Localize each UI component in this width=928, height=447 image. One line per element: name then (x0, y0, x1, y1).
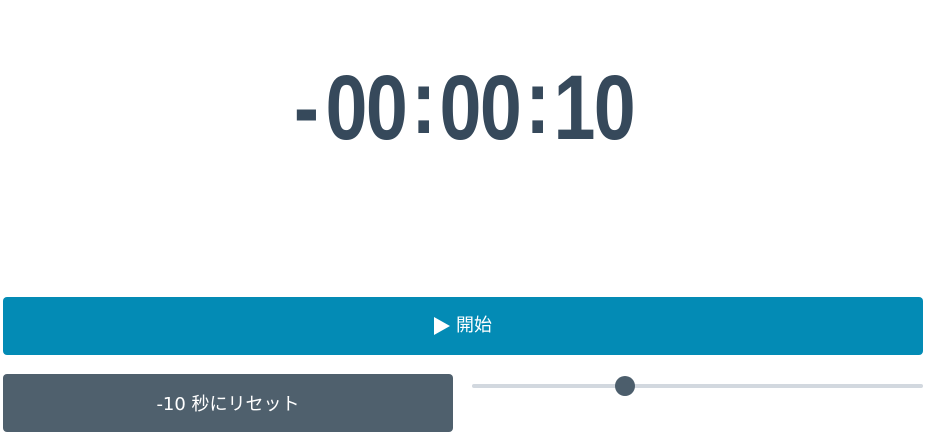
countdown-display: - 00 : 00 : 10 (84, 51, 845, 159)
timer-separator: : (525, 51, 550, 153)
timer-separator: : (411, 51, 436, 153)
timer-sign: - (293, 57, 319, 159)
time-slider[interactable] (472, 374, 923, 398)
slider-track[interactable] (472, 384, 923, 388)
start-button[interactable]: 開始 (3, 297, 923, 355)
timer-seconds: 10 (553, 57, 635, 159)
timer-minutes: 00 (439, 57, 522, 159)
slider-thumb[interactable] (615, 376, 636, 396)
start-button-label: 開始 (456, 315, 492, 336)
timer-hours: 00 (325, 57, 408, 159)
play-icon (434, 317, 450, 335)
reset-button-label: -10 秒にリセット (156, 394, 300, 415)
reset-button[interactable]: -10 秒にリセット (3, 374, 453, 432)
